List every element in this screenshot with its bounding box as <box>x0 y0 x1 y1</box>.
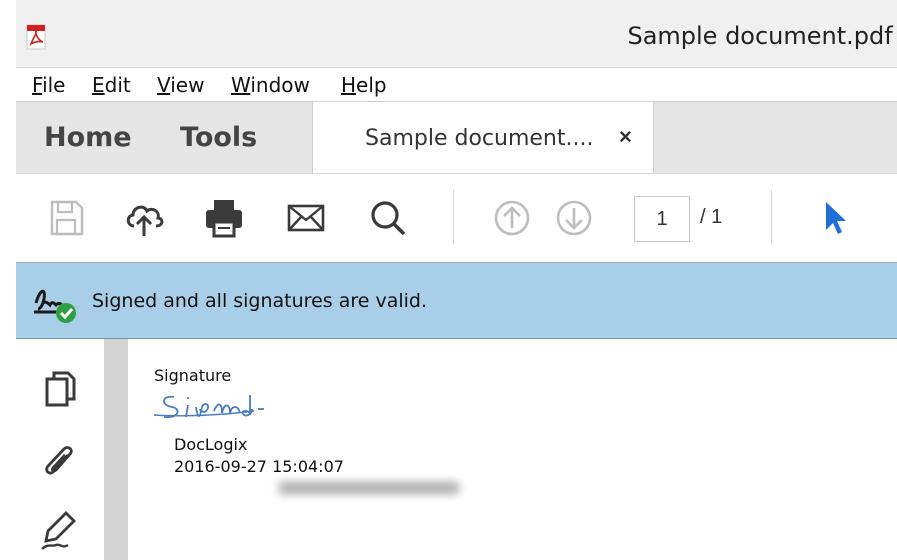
document-page: Signature DocLogix 2016-09-27 15:04:07 <box>128 339 897 560</box>
tab-strip: Home Tools Sample document.... × <box>16 101 897 174</box>
menu-bar: File Edit View Window Help <box>16 67 897 101</box>
search-icon[interactable] <box>366 196 410 240</box>
menu-view[interactable]: View <box>157 73 204 97</box>
page-number-input[interactable]: 1 <box>634 196 690 242</box>
signature-status-banner: Signed and all signatures are valid. <box>16 262 897 339</box>
select-cursor-icon[interactable] <box>814 196 858 240</box>
signature-heading: Signature <box>154 366 232 385</box>
tab-document[interactable]: Sample document.... × <box>312 102 654 174</box>
signature-pen-icon[interactable] <box>38 509 82 553</box>
page-up-icon[interactable] <box>490 196 534 240</box>
print-icon[interactable] <box>202 196 246 240</box>
attachment-clip-icon[interactable] <box>38 441 82 485</box>
save-icon[interactable] <box>44 196 88 240</box>
tab-home[interactable]: Home <box>44 122 132 153</box>
pdf-app-icon <box>26 24 46 50</box>
menu-file[interactable]: File <box>32 73 65 97</box>
left-nav-rail <box>16 339 104 560</box>
close-tab-icon[interactable]: × <box>619 124 632 150</box>
email-icon[interactable] <box>284 196 328 240</box>
tab-tools[interactable]: Tools <box>180 122 257 153</box>
upload-cloud-icon[interactable] <box>122 196 166 240</box>
toolbar-separator <box>771 190 772 244</box>
signature-valid-icon <box>34 289 76 323</box>
window-title: Sample document.pdf - <box>627 22 897 50</box>
page-down-icon[interactable] <box>552 196 596 240</box>
menu-window[interactable]: Window <box>231 73 310 97</box>
pages-copy-icon[interactable] <box>38 369 82 413</box>
title-bar: Sample document.pdf - <box>16 0 897 70</box>
toolbar-separator <box>453 190 454 244</box>
app-window: Sample document.pdf - File Edit View Win… <box>16 0 897 560</box>
toolbar: 1 / 1 <box>16 173 897 262</box>
handwritten-signature-image <box>154 395 264 419</box>
document-background <box>104 339 128 560</box>
menu-help[interactable]: Help <box>341 73 387 97</box>
signer-name: DocLogix <box>174 435 248 454</box>
page-total: / 1 <box>700 206 723 228</box>
document-tab-label: Sample document.... <box>365 126 594 151</box>
signature-status-text: Signed and all signatures are valid. <box>92 290 428 312</box>
menu-edit[interactable]: Edit <box>92 73 131 97</box>
signature-timestamp: 2016-09-27 15:04:07 <box>174 457 344 476</box>
redacted-text <box>278 481 460 495</box>
